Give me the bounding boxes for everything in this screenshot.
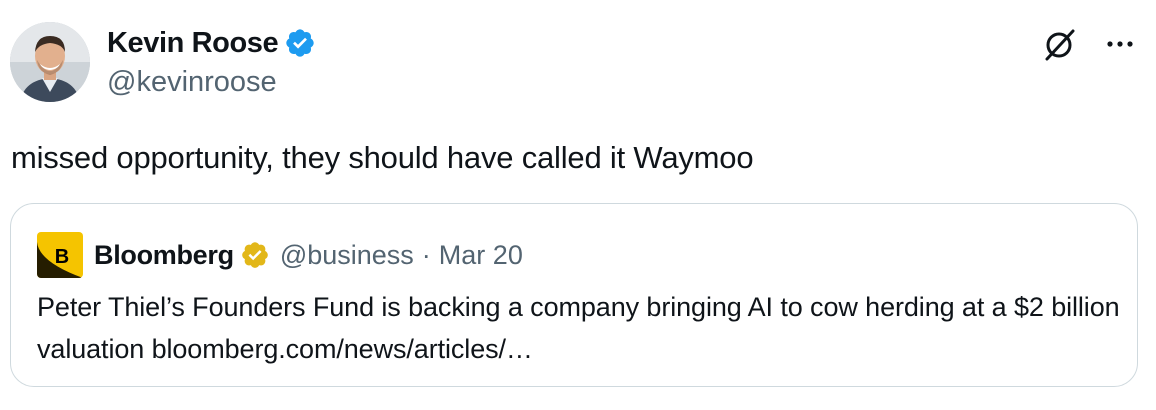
grok-icon[interactable] bbox=[1042, 26, 1078, 62]
logo-letter: B bbox=[55, 246, 69, 268]
quoted-tweet-text: Peter Thiel’s Founders Fund is backing a… bbox=[37, 292, 1120, 364]
verified-badge-icon bbox=[284, 27, 316, 59]
avatar-image bbox=[10, 22, 90, 102]
tweet-top-actions bbox=[1042, 26, 1138, 62]
gold-verified-badge-icon bbox=[240, 240, 270, 270]
author-name-row: Kevin Roose bbox=[107, 24, 316, 62]
dot-separator: · bbox=[421, 239, 431, 270]
quoted-handle: @business bbox=[279, 239, 414, 270]
tweet-text: missed opportunity, they should have cal… bbox=[11, 140, 754, 175]
author-display-name[interactable]: Kevin Roose bbox=[107, 27, 279, 60]
more-options-icon[interactable] bbox=[1102, 26, 1138, 62]
tweet: Kevin Roose @kevinroose missed opportuni… bbox=[0, 0, 1156, 410]
quoted-tweet-header: B Bloomberg @business · Mar 20 bbox=[37, 232, 523, 278]
author-handle[interactable]: @kevinroose bbox=[107, 66, 277, 99]
bloomberg-logo-icon[interactable]: B bbox=[37, 232, 83, 278]
quoted-tweet-card[interactable]: B Bloomberg @business · Mar 20 Peter Thi… bbox=[10, 203, 1138, 387]
quoted-date[interactable]: Mar 20 bbox=[439, 240, 523, 271]
author-avatar[interactable] bbox=[10, 22, 90, 102]
quoted-display-name: Bloomberg bbox=[94, 239, 234, 270]
